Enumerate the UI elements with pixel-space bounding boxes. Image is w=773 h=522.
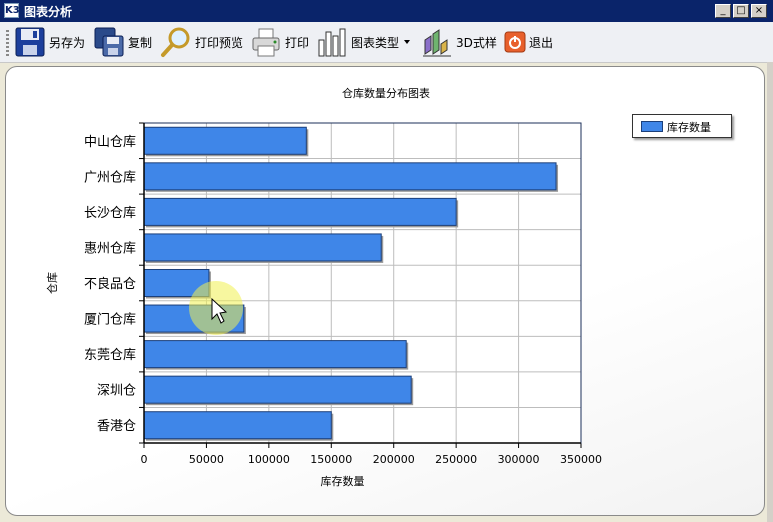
app-logo-icon: K3 (4, 3, 20, 18)
x-axis-title: 库存数量 (321, 474, 365, 488)
3d-style-button[interactable]: 3D式样 (421, 25, 497, 59)
x-tick-label: 50000 (189, 453, 224, 466)
bar-chart: 0 50000 100000 150000 200000 250000 300000 3500… (45, 122, 602, 488)
y-category-label: 香港仓 (97, 419, 136, 434)
3d-chart-icon (423, 29, 451, 57)
bar (143, 197, 457, 226)
print-preview-button[interactable]: 打印预览 (160, 25, 243, 59)
x-tick-label: 150000 (310, 453, 352, 466)
print-label: 打印 (285, 35, 310, 50)
bar (143, 233, 382, 262)
title-bar[interactable]: K3 图表分析 _ □ × (0, 0, 773, 22)
copy-disks-icon (94, 27, 124, 57)
print-button[interactable]: 打印 (250, 25, 309, 59)
bar (143, 411, 332, 440)
chart-panel: 仓库数量分布图表 库存数量 0 50000 100000 150000 200000 25… (5, 66, 765, 516)
save-as-label: 另存为 (49, 35, 86, 50)
y-category-label: 长沙仓库 (84, 205, 136, 221)
x-tick-label: 350000 (560, 453, 602, 466)
minimize-button[interactable]: _ (715, 4, 731, 18)
x-tick-label: 300000 (498, 453, 540, 466)
y-axis-title: 仓库 (45, 272, 59, 294)
x-tick-label: 200000 (373, 453, 415, 466)
y-category-label: 广州仓库 (84, 169, 136, 185)
maximize-button[interactable]: □ (733, 4, 749, 18)
toolbar-grip[interactable] (6, 30, 9, 56)
chart-analysis-window: K3 图表分析 _ □ × 另存为 复制 打印预览 打印 图表类型 3D式样 退… (0, 0, 773, 522)
copy-button[interactable]: 复制 (93, 25, 152, 59)
window-title: 图表分析 (24, 5, 73, 19)
close-button[interactable]: × (751, 4, 767, 18)
x-tick-label: 0 (141, 453, 148, 466)
chart-type-label: 图表类型 (351, 35, 400, 50)
x-tick-label: 100000 (248, 453, 290, 466)
chart-type-button[interactable]: 图表类型 (316, 25, 412, 59)
print-preview-label: 打印预览 (195, 35, 244, 50)
y-category-label: 厦门仓库 (84, 312, 136, 328)
power-icon (504, 31, 526, 53)
dropdown-arrow-icon[interactable] (402, 37, 412, 47)
exit-label: 退出 (529, 35, 554, 50)
copy-label: 复制 (128, 35, 153, 50)
bar (143, 375, 412, 404)
3d-style-label: 3D式样 (456, 35, 497, 50)
toolbar: 另存为 复制 打印预览 打印 图表类型 3D式样 退出 (0, 22, 773, 63)
y-category-label: 中山仓库 (84, 134, 136, 150)
window-right-edge (767, 62, 773, 522)
magnifier-icon (161, 27, 190, 57)
floppy-disk-icon (15, 27, 45, 57)
bar (143, 126, 307, 155)
exit-button[interactable]: 退出 (504, 25, 553, 59)
x-tick-label: 250000 (435, 453, 477, 466)
y-category-label: 惠州仓库 (84, 240, 136, 256)
y-category-label: 深圳仓 (97, 384, 136, 399)
bar (143, 340, 407, 369)
y-category-label: 不良品仓 (84, 276, 136, 292)
y-category-label: 东莞仓库 (84, 347, 136, 363)
bar (143, 162, 557, 191)
printer-icon (252, 28, 280, 57)
save-as-button[interactable]: 另存为 (14, 25, 85, 59)
bar-chart-icon (318, 28, 346, 57)
